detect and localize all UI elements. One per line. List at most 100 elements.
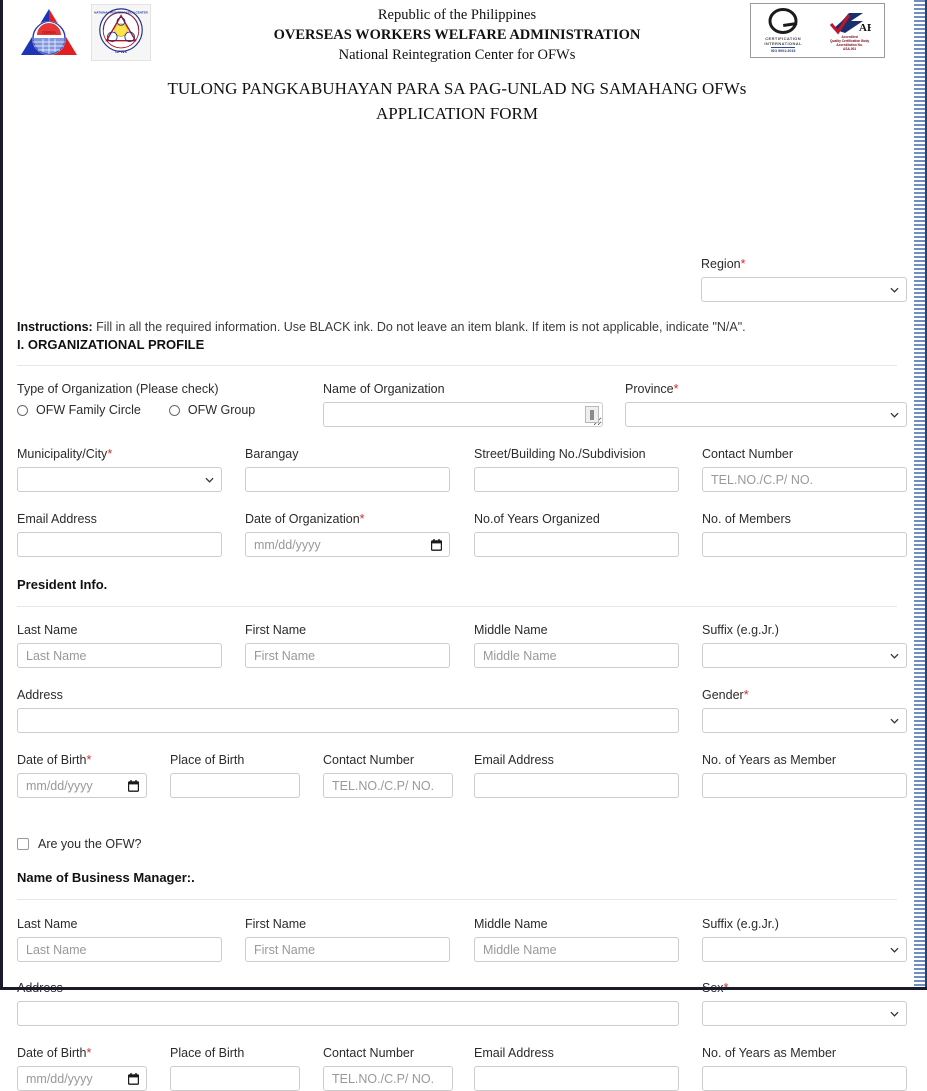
manager-years-member-input[interactable] <box>702 1066 907 1091</box>
province-select[interactable] <box>625 402 907 427</box>
org-contact-input[interactable] <box>702 467 907 492</box>
field-no-of-members: No. of Members <box>702 512 907 557</box>
president-email-label: Email Address <box>474 753 554 767</box>
president-first-name-input[interactable] <box>245 643 450 668</box>
field-manager-dob: Date of Birth* <box>17 1046 147 1091</box>
manager-dob-input[interactable] <box>17 1066 147 1091</box>
instructions-text: Instructions: Fill in all the required i… <box>17 320 877 334</box>
president-years-member-label: No. of Years as Member <box>702 753 837 767</box>
province-label-text: Province <box>625 382 674 396</box>
field-org-contact: Contact Number <box>702 447 907 492</box>
president-suffix-select[interactable] <box>702 643 907 668</box>
manager-pob-label: Place of Birth <box>170 1046 245 1060</box>
page-header: OWWA NATIONAL REINTEGRATION CENTER OFWs <box>3 0 911 66</box>
field-manager-last-name: Last Name <box>17 917 222 962</box>
municipality-select[interactable] <box>17 467 222 492</box>
form-title-line-1: TULONG PANGKABUHAYAN PARA SA PAG-UNLAD N… <box>167 79 747 98</box>
org-email-input[interactable] <box>17 532 222 557</box>
field-manager-email: Email Address <box>474 1046 679 1091</box>
president-middle-name-label: Middle Name <box>474 623 548 637</box>
region-label-text: Region <box>701 257 741 271</box>
field-president-email: Email Address <box>474 753 679 798</box>
radio-ofw-family-circle[interactable]: OFW Family Circle <box>17 403 141 417</box>
manager-address-input[interactable] <box>17 1001 679 1026</box>
president-gender-select[interactable] <box>702 708 907 733</box>
checkbox-icon[interactable] <box>17 838 29 850</box>
checkbox-are-you-the-ofw[interactable]: Are you the OFW? <box>17 837 142 851</box>
field-president-gender: Gender* <box>702 688 907 733</box>
org-contact-label: Contact Number <box>702 447 794 461</box>
president-pob-input[interactable] <box>170 773 300 798</box>
president-years-member-input[interactable] <box>702 773 907 798</box>
barangay-input[interactable] <box>245 467 450 492</box>
radio-ofw-group[interactable]: OFW Group <box>168 403 255 417</box>
date-of-organization-required-marker: * <box>359 512 365 526</box>
manager-suffix-select[interactable] <box>702 937 907 962</box>
president-address-input[interactable] <box>17 708 679 733</box>
org-name-textarea[interactable] <box>323 402 603 427</box>
president-contact-input[interactable] <box>323 773 453 798</box>
field-manager-address: Address <box>17 981 679 1026</box>
president-gender-required-marker: * <box>743 688 749 702</box>
president-email-input[interactable] <box>474 773 679 798</box>
org-name-label: Name of Organization <box>323 382 445 396</box>
manager-sex-select[interactable] <box>702 1001 907 1026</box>
instructions-bold-label: Instructions: <box>17 320 93 334</box>
president-gender-label-text: Gender <box>702 688 744 702</box>
president-gender-label: Gender* <box>702 688 907 703</box>
manager-dob-label-text: Date of Birth <box>17 1046 87 1060</box>
president-dob-input[interactable] <box>17 773 147 798</box>
field-manager-middle-name: Middle Name <box>474 917 679 962</box>
form-title-line-2: APPLICATION FORM <box>376 104 538 123</box>
field-org-email: Email Address <box>17 512 222 557</box>
cert-right-line-4: ASA-001 <box>843 46 857 51</box>
region-select[interactable] <box>701 277 907 302</box>
certification-international-icon <box>768 8 798 34</box>
field-manager-contact: Contact Number <box>323 1046 453 1091</box>
manager-first-name-input[interactable] <box>245 937 450 962</box>
field-province: Province* <box>625 382 907 427</box>
field-manager-years-member: No. of Years as Member <box>702 1046 907 1091</box>
field-barangay: Barangay <box>245 447 450 492</box>
radio-ofw-family-circle-label: OFW Family Circle <box>36 403 141 417</box>
cert-line-2: INTERNATIONAL <box>764 41 802 46</box>
years-organized-label: No.of Years Organized <box>474 512 600 526</box>
radio-icon[interactable] <box>168 404 180 416</box>
field-manager-sex: Sex* <box>702 981 907 1026</box>
manager-last-name-input[interactable] <box>17 937 222 962</box>
no-of-members-input[interactable] <box>702 532 907 557</box>
field-municipality: Municipality/City* <box>17 447 222 492</box>
field-president-first-name: First Name <box>245 623 450 668</box>
field-manager-first-name: First Name <box>245 917 450 962</box>
manager-contact-label: Contact Number <box>323 1046 415 1060</box>
manager-pob-input[interactable] <box>170 1066 300 1091</box>
divider-2 <box>17 606 897 607</box>
province-label: Province* <box>625 382 907 397</box>
province-required-marker: * <box>673 382 679 396</box>
years-organized-input[interactable] <box>474 532 679 557</box>
street-input[interactable] <box>474 467 679 492</box>
svg-text:AB: AB <box>859 22 871 34</box>
president-contact-label: Contact Number <box>323 753 415 767</box>
svg-text:NATIONAL REINTEGRATION CENTER: NATIONAL REINTEGRATION CENTER <box>94 11 148 15</box>
section-business-manager: Name of Business Manager:. <box>17 870 195 885</box>
date-of-organization-input[interactable] <box>245 532 450 557</box>
manager-middle-name-input[interactable] <box>474 937 679 962</box>
field-street: Street/Building No./Subdivision <box>474 447 679 492</box>
section-organizational-profile: I. ORGANIZATIONAL PROFILE <box>17 337 205 352</box>
president-pob-label: Place of Birth <box>170 753 245 767</box>
manager-email-input[interactable] <box>474 1066 679 1091</box>
divider-3 <box>17 899 897 900</box>
manager-sex-label: Sex* <box>702 981 907 996</box>
president-middle-name-input[interactable] <box>474 643 679 668</box>
municipality-required-marker: * <box>107 447 113 461</box>
president-last-name-input[interactable] <box>17 643 222 668</box>
field-president-dob: Date of Birth* <box>17 753 147 798</box>
field-president-last-name: Last Name <box>17 623 222 668</box>
field-manager-suffix: Suffix (e.g.Jr.) <box>702 917 907 962</box>
owwa-logo-icon: OWWA <box>21 9 77 55</box>
manager-contact-input[interactable] <box>323 1066 453 1091</box>
radio-icon[interactable] <box>17 404 28 416</box>
form-sheet: OWWA NATIONAL REINTEGRATION CENTER OFWs <box>3 0 911 1091</box>
page-edge-scrollbar[interactable] <box>913 0 927 990</box>
